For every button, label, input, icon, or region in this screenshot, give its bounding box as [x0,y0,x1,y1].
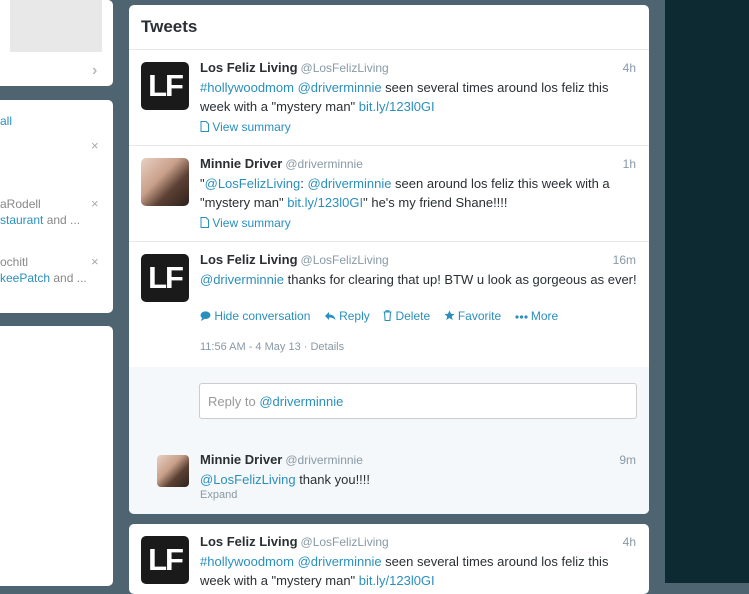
left-card-top: › [0,0,113,86]
tweet-header: Minnie Driver @driverminnie [200,452,363,467]
left-card-banner [10,0,102,52]
tweet-header: Los Feliz Living @LosFelizLiving [200,252,389,267]
tweet-meta: 11:56 AM - 4 May 13 · Details [200,341,345,353]
reply-area: Reply to @driverminnie [129,367,649,438]
view-summary-link[interactable]: View summary [200,120,291,134]
tweet-time[interactable]: 4h [623,61,636,75]
avatar[interactable]: LF [141,536,189,584]
document-icon [200,121,209,132]
suggestion-subtext: staurant and ... [0,213,81,227]
details-link[interactable]: Details [310,341,344,353]
close-icon[interactable]: × [91,138,99,153]
right-background [665,0,749,583]
url-link[interactable]: bit.ly/123l0GI [287,195,363,210]
star-icon [444,310,454,320]
tweet-time[interactable]: 16m [613,253,636,267]
suggestion-user[interactable]: ochitl [0,255,28,269]
mention-link[interactable]: @LosFelizLiving [200,472,296,487]
tweet-author-name[interactable]: Minnie Driver [200,452,282,467]
more-dots-icon [514,315,528,319]
tweet-actions: Hide conversation Reply Delete Favorite … [200,309,568,323]
tweet-time[interactable]: 9m [619,453,636,467]
tweet-item[interactable]: LF Los Feliz Living @LosFelizLiving 4h #h… [129,50,649,146]
more-button[interactable]: More [514,309,558,323]
tweet-header: Los Feliz Living @LosFelizLiving [200,534,389,549]
tweet-header: Los Feliz Living @LosFelizLiving [200,60,389,75]
tweet-author-handle[interactable]: @LosFelizLiving [301,535,389,549]
mention-link[interactable]: @driverminnie [200,272,284,287]
tweet-timestamp[interactable]: 11:56 AM - 4 May 13 [200,341,301,353]
chevron-right-icon[interactable]: › [92,62,97,80]
suggestion-user[interactable]: aRodell [0,197,41,211]
tweet-author-name[interactable]: Minnie Driver [200,156,282,171]
mention-link[interactable]: @driverminnie [307,176,391,191]
hashtag-link[interactable]: #hollywoodmom [200,554,294,569]
avatar[interactable] [157,455,189,487]
tweet-author-name[interactable]: Los Feliz Living [200,534,298,549]
reply-arrow-icon [324,312,336,320]
expand-link[interactable]: Expand [200,489,237,501]
hide-conversation-button[interactable]: Hide conversation [200,309,310,323]
reply-button[interactable]: Reply [324,309,370,323]
avatar[interactable]: LF [141,62,189,110]
favorite-button[interactable]: Favorite [444,309,501,323]
mention-link[interactable]: @driverminnie [298,554,382,569]
trash-icon [383,310,392,322]
page-title: Tweets [141,17,198,36]
mention-link[interactable]: @driverminnie [298,80,382,95]
document-icon [200,217,209,228]
tweet-text: #hollywoodmom @driverminnie seen several… [200,554,609,588]
avatar[interactable]: LF [141,254,189,302]
tweets-header: Tweets [129,5,649,50]
reply-input[interactable]: Reply to @driverminnie [199,383,637,419]
view-all-link[interactable]: all [0,114,12,128]
who-to-follow-card: all × aRodell × staurant and ... ochitl … [0,100,113,313]
tweet-author-name[interactable]: Los Feliz Living [200,252,298,267]
tweets-module-next: LF Los Feliz Living @LosFelizLiving 4h #h… [129,524,649,594]
tweets-module: Tweets LF Los Feliz Living @LosFelizLivin… [129,5,649,514]
view-summary-link[interactable]: View summary [200,216,291,230]
tweet-item[interactable]: LF Los Feliz Living @LosFelizLiving 4h #h… [129,524,649,594]
tweet-author-name[interactable]: Los Feliz Living [200,60,298,75]
close-icon[interactable]: × [91,254,99,269]
tweet-text: @driverminnie thanks for clearing that u… [200,272,637,287]
tweet-author-handle[interactable]: @LosFelizLiving [301,253,389,267]
tweet-author-handle[interactable]: @driverminnie [285,157,363,171]
conversation-reply[interactable]: Minnie Driver @driverminnie 9m @LosFelizL… [129,437,649,514]
tweet-author-handle[interactable]: @LosFelizLiving [301,61,389,75]
tweet-text: #hollywoodmom @driverminnie seen several… [200,80,609,114]
tweet-text: @LosFelizLiving thank you!!!! [200,472,371,487]
tweet-item[interactable]: Minnie Driver @driverminnie 1h "@LosFeliz… [129,146,649,242]
tweet-header: Minnie Driver @driverminnie [200,156,363,171]
mention-link[interactable]: @LosFelizLiving [205,176,301,191]
close-icon[interactable]: × [91,196,99,211]
avatar[interactable] [141,158,189,206]
hashtag-link[interactable]: #hollywoodmom [200,80,294,95]
reply-placeholder: Reply to @driverminnie [208,394,344,409]
left-card-bottom [0,326,113,586]
url-link[interactable]: bit.ly/123l0GI [359,573,435,588]
tweet-time[interactable]: 1h [623,157,636,171]
tweet-author-handle[interactable]: @driverminnie [285,453,363,467]
tweet-item-expanded[interactable]: LF Los Feliz Living @LosFelizLiving 16m @… [129,242,649,368]
suggestion-subtext: keePatch and ... [0,271,87,285]
url-link[interactable]: bit.ly/123l0GI [359,99,435,114]
delete-button[interactable]: Delete [383,309,430,323]
tweet-text: "@LosFelizLiving: @driverminnie seen aro… [200,176,610,210]
speech-bubble-icon [200,311,211,321]
tweet-time[interactable]: 4h [623,535,636,549]
